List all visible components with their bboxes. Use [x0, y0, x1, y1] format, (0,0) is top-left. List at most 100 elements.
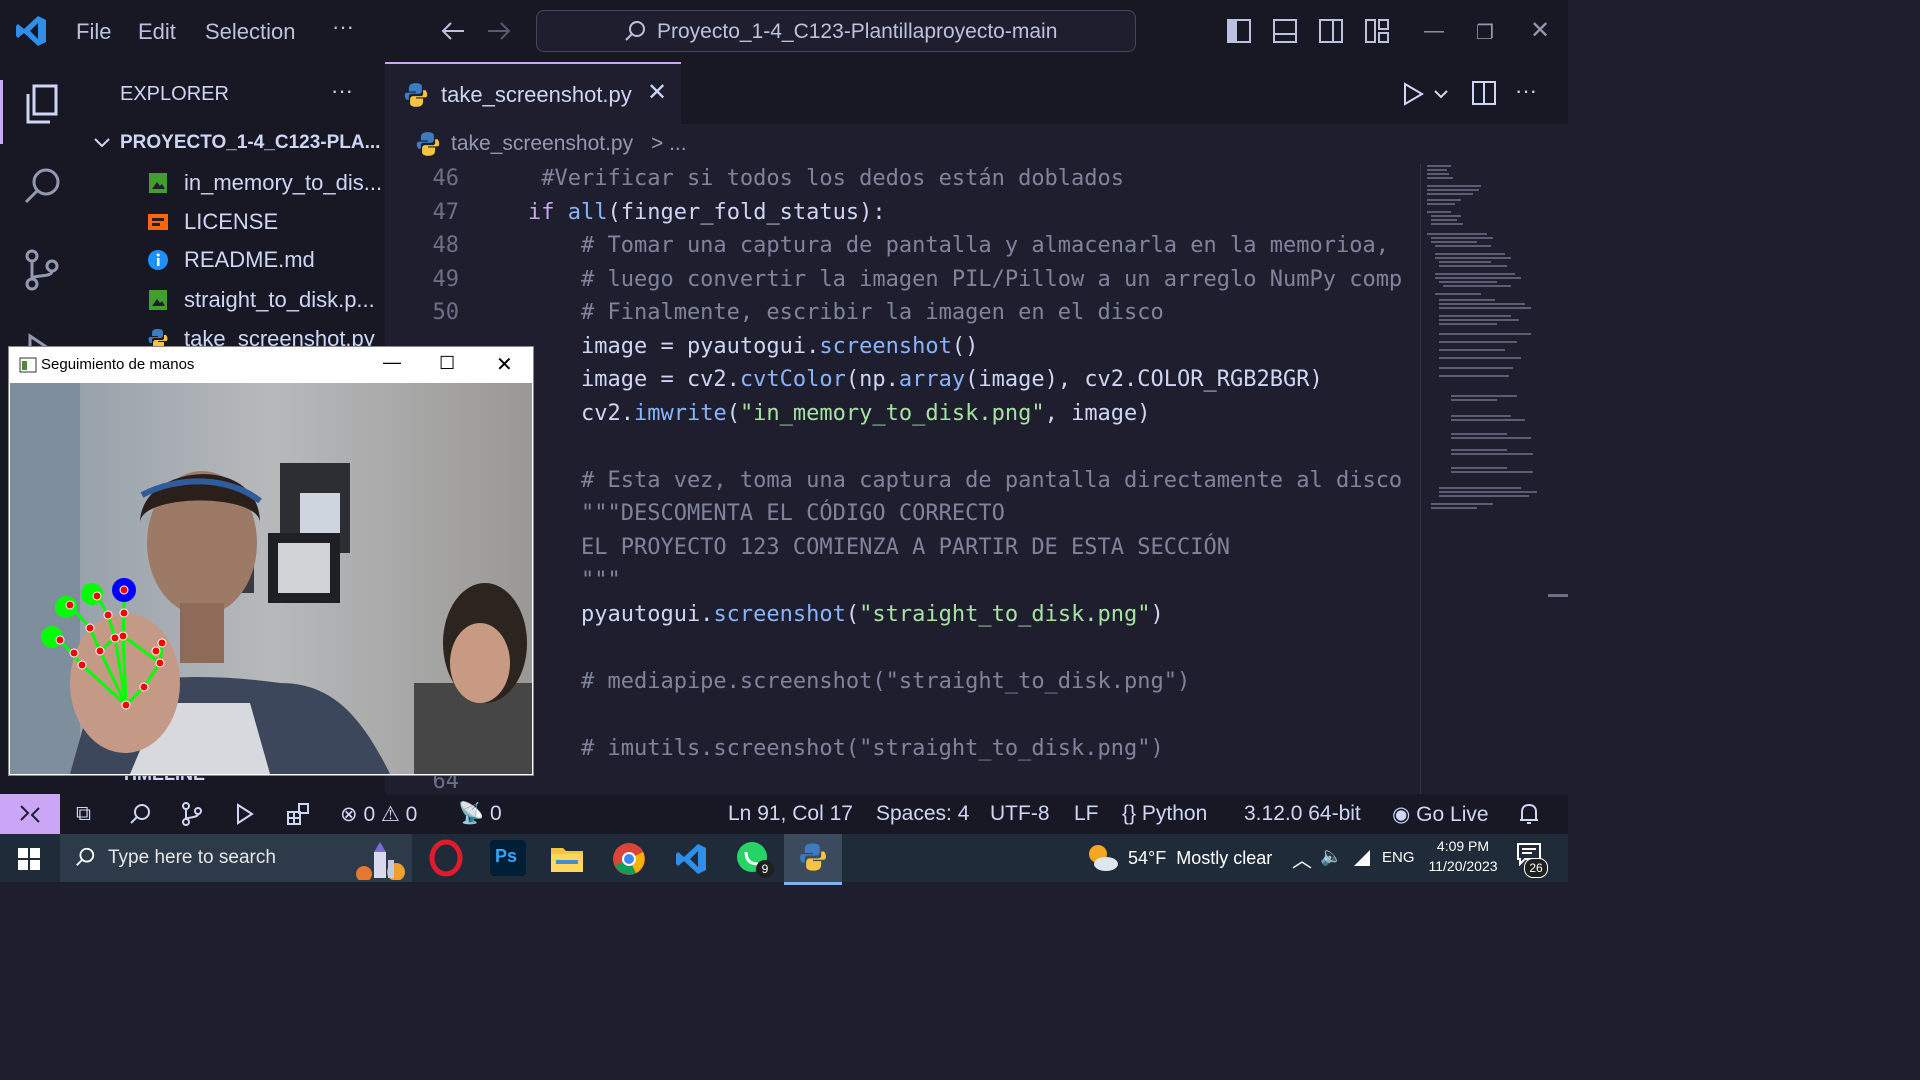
- error-count: 0: [363, 803, 376, 826]
- vscode-taskbar-icon[interactable]: [674, 842, 708, 876]
- restore-icon[interactable]: ❐: [1476, 20, 1494, 45]
- scrollbar-thumb[interactable]: [1548, 594, 1568, 597]
- encoding[interactable]: UTF-8: [990, 802, 1050, 826]
- menu-edit[interactable]: Edit: [138, 19, 176, 45]
- opera-app-button[interactable]: [426, 838, 466, 878]
- project-folder[interactable]: PROYECTO_1-4_C123-PLA...: [85, 124, 385, 162]
- code-line[interactable]: """DESCOMENTA EL CÓDIGO CORRECTO: [528, 501, 1005, 526]
- code-line[interactable]: # imutils.screenshot("straight_to_disk.p…: [528, 736, 1164, 761]
- menu-selection[interactable]: Selection: [205, 19, 296, 45]
- back-arrow-icon[interactable]: [440, 20, 466, 42]
- file-item[interactable]: LICENSE: [85, 203, 385, 241]
- code-token: # imutils.screenshot("straight_to_disk.p…: [528, 735, 1164, 761]
- code-line[interactable]: # Tomar una captura de pantalla y almace…: [528, 233, 1389, 258]
- chevron-down-icon[interactable]: [1433, 88, 1449, 100]
- maximize-icon[interactable]: ☐: [439, 353, 455, 374]
- code-token: (image), cv2.COLOR_RGB2BGR): [965, 367, 1323, 392]
- customize-layout-icon[interactable]: [1364, 18, 1390, 44]
- editor-more-icon[interactable]: ···: [1515, 78, 1537, 104]
- remote-button[interactable]: [0, 794, 60, 834]
- whatsapp-app-button[interactable]: 9: [734, 840, 774, 880]
- explorer-more-button[interactable]: ···: [331, 78, 353, 104]
- close-tab-icon[interactable]: ✕: [647, 78, 667, 107]
- menu-more[interactable]: ···: [332, 14, 354, 40]
- chevron-up-icon[interactable]: ︿: [1292, 844, 1312, 873]
- code-line[interactable]: EL PROYECTO 123 COMIENZA A PARTIR DE EST…: [528, 535, 1230, 560]
- cursor-position[interactable]: Ln 91, Col 17: [728, 802, 853, 826]
- vscode-logo-icon[interactable]: [14, 14, 48, 48]
- code-editor[interactable]: 46 #Verificar si todos los dedos están d…: [385, 164, 1420, 794]
- code-token: """DESCOMENTA EL CÓDIGO CORRECTO: [528, 501, 1005, 526]
- ports-indicator[interactable]: 📡 0: [458, 802, 502, 826]
- python-interpreter[interactable]: 3.12.0 64-bit: [1244, 802, 1361, 826]
- bell-icon[interactable]: [1518, 802, 1540, 826]
- code-line[interactable]: # mediapipe.screenshot("straight_to_disk…: [528, 669, 1190, 694]
- language-indicator[interactable]: ENG: [1382, 849, 1415, 866]
- code-line[interactable]: pyautogui.screenshot("straight_to_disk.p…: [528, 602, 1164, 627]
- explorer-icon[interactable]: ⧉: [76, 802, 91, 826]
- source-control-icon[interactable]: [20, 248, 64, 292]
- code-line[interactable]: # Esta vez, toma una captura de pantalla…: [528, 468, 1402, 493]
- go-live-button[interactable]: ◉ Go Live: [1392, 802, 1489, 827]
- toggle-sidebar-icon[interactable]: [1226, 18, 1252, 44]
- search-icon[interactable]: [20, 164, 64, 208]
- run-icon[interactable]: [1401, 82, 1425, 106]
- toggle-secondary-sidebar-icon[interactable]: [1318, 18, 1344, 44]
- code-token: image = cv2.: [528, 367, 740, 392]
- breadcrumb-file[interactable]: take_screenshot.py: [451, 132, 633, 156]
- minimize-icon[interactable]: —: [1424, 20, 1444, 43]
- speaker-icon[interactable]: 🔈: [1320, 846, 1342, 867]
- clock[interactable]: 4:09 PM 11/20/2023: [1424, 838, 1502, 880]
- code-line[interactable]: #Verificar si todos los dedos están dobl…: [528, 166, 1124, 191]
- weather-icon[interactable]: [1086, 842, 1120, 874]
- code-line[interactable]: cv2.imwrite("in_memory_to_disk.png", ima…: [528, 401, 1151, 426]
- code-line[interactable]: if all(finger_fold_status):: [528, 200, 886, 225]
- code-line[interactable]: """: [528, 568, 621, 593]
- code-line[interactable]: # Finalmente, escribir la imagen en el d…: [528, 300, 1164, 325]
- language-mode[interactable]: {} Python: [1122, 802, 1207, 826]
- code-line[interactable]: # luego convertir la imagen PIL/Pillow a…: [528, 267, 1402, 292]
- license-icon: [148, 214, 168, 230]
- vertical-scrollbar[interactable]: [1548, 164, 1568, 794]
- taskbar-search[interactable]: Type here to search: [60, 834, 412, 882]
- extensions-icon[interactable]: [286, 802, 310, 826]
- python-app-button[interactable]: [784, 834, 842, 885]
- run-debug-icon[interactable]: [232, 802, 256, 826]
- notification-center-button[interactable]: 26: [1516, 842, 1550, 878]
- search-icon[interactable]: [128, 802, 152, 826]
- toggle-panel-icon[interactable]: [1272, 18, 1298, 44]
- weather-text[interactable]: 54°F Mostly clear: [1128, 848, 1272, 869]
- code-line[interactable]: image = cv2.cvtColor(np.array(image), cv…: [528, 367, 1323, 392]
- split-editor-icon[interactable]: [1471, 80, 1497, 106]
- file-item[interactable]: straight_to_disk.p...: [85, 281, 385, 319]
- minimap[interactable]: [1420, 164, 1549, 794]
- explorer-icon[interactable]: [20, 82, 64, 126]
- problems-indicator[interactable]: ⊗ 0 ⚠ 0: [340, 802, 417, 827]
- code-token: # luego convertir la imagen PIL/Pillow a…: [528, 266, 1403, 292]
- close-window-icon[interactable]: ✕: [1530, 16, 1550, 45]
- line-ending[interactable]: LF: [1074, 802, 1099, 826]
- close-window-icon[interactable]: ✕: [496, 352, 513, 377]
- breadcrumb-symbols[interactable]: > ...: [651, 132, 687, 156]
- code-line[interactable]: image = pyautogui.screenshot(): [528, 334, 978, 359]
- go-live-label: Go Live: [1416, 803, 1489, 826]
- file-item[interactable]: in_memory_to_dis...: [85, 164, 385, 202]
- windows-start-icon[interactable]: [18, 848, 40, 870]
- command-center-search[interactable]: Proyecto_1-4_C123-Plantillaproyecto-main: [536, 10, 1136, 52]
- menu-file[interactable]: File: [76, 19, 111, 45]
- source-control-icon[interactable]: [180, 802, 204, 826]
- indentation[interactable]: Spaces: 4: [876, 802, 969, 826]
- clock-time: 4:09 PM: [1436, 838, 1490, 854]
- photoshop-app-button[interactable]: Ps: [490, 840, 526, 876]
- line-number: 48: [432, 233, 460, 258]
- wifi-icon[interactable]: [1352, 848, 1372, 868]
- hand-tracking-window[interactable]: Seguimiento de manos — ☐ ✕: [8, 346, 534, 776]
- whatsapp-badge: 9: [756, 860, 774, 878]
- file-item[interactable]: README.md: [85, 241, 385, 279]
- minimize-icon[interactable]: —: [383, 352, 401, 373]
- forward-arrow-icon[interactable]: [486, 20, 512, 42]
- tab-take-screenshot[interactable]: take_screenshot.py ✕: [385, 62, 681, 126]
- file-explorer-icon[interactable]: [550, 842, 584, 874]
- chrome-icon[interactable]: [612, 842, 646, 876]
- window-title-bar[interactable]: Seguimiento de manos — ☐ ✕: [9, 347, 533, 383]
